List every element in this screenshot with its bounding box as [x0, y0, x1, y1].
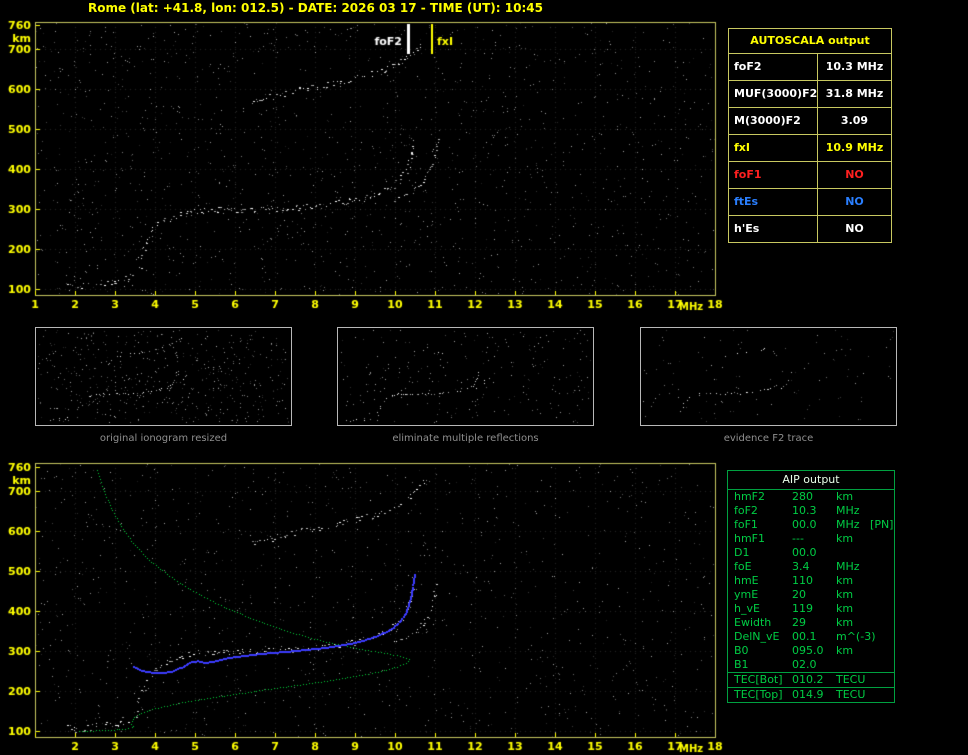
- autoscala-param: fxI: [729, 135, 818, 161]
- table-row: TEC[Bot] 010.2 TECU: [728, 672, 894, 687]
- table-row: B0 095.0 km: [728, 644, 894, 658]
- table-row: fxI 10.9 MHz: [729, 135, 891, 162]
- aip-param: h_vE: [734, 602, 760, 615]
- thumbnail-eliminate-reflections: [337, 327, 594, 426]
- autoscala-param: h'Es: [729, 216, 818, 242]
- autoscala-value: 10.9 MHz: [825, 141, 884, 154]
- aip-unit: km: [836, 616, 854, 629]
- aip-value: 110: [792, 574, 813, 587]
- aip-value: 10.3: [792, 504, 817, 517]
- profile-ionogram-plot: [0, 456, 728, 755]
- aip-output-table: AIP output hmF2 280 km foF2 10.3 MHz foF…: [727, 470, 895, 703]
- aip-param: foE: [734, 560, 752, 573]
- table-row: ftEs NO: [729, 189, 891, 216]
- aip-param: B0: [734, 644, 749, 657]
- table-row: MUF(3000)F2 31.8 MHz: [729, 81, 891, 108]
- table-row: h'Es NO: [729, 216, 891, 242]
- aip-unit: MHz: [836, 504, 860, 517]
- aip-unit: km: [836, 532, 854, 545]
- autoscala-value: 10.3 MHz: [825, 60, 884, 73]
- autoscala-param: MUF(3000)F2: [729, 81, 818, 107]
- aip-value: 010.2: [792, 673, 824, 686]
- aip-param: foF2: [734, 504, 758, 517]
- aip-value: 3.4: [792, 560, 810, 573]
- autoscaled-ionogram-plot: [0, 16, 728, 316]
- aip-param: TEC[Top]: [734, 688, 783, 701]
- aip-param: hmF2: [734, 490, 766, 503]
- autoscala-param: foF1: [729, 162, 818, 188]
- aip-unit: km: [836, 588, 854, 601]
- table-row: foF2 10.3 MHz: [729, 54, 891, 81]
- aip-unit: km: [836, 644, 854, 657]
- aip-table-header: AIP output: [728, 471, 894, 490]
- aip-unit: [836, 658, 894, 672]
- table-row: hmF2 280 km: [728, 490, 894, 504]
- aip-unit: TECU: [836, 673, 866, 686]
- aip-value: ---: [792, 532, 804, 545]
- aip-param: B1: [734, 658, 749, 671]
- autoscala-param: ftEs: [729, 189, 818, 215]
- aip-unit: TECU: [836, 688, 866, 701]
- aip-unit: [836, 546, 894, 560]
- autoscala-value: NO: [845, 168, 864, 181]
- aip-param: foF1: [734, 518, 758, 531]
- table-row: h_vE 119 km: [728, 602, 894, 616]
- table-row: foF2 10.3 MHz: [728, 504, 894, 518]
- aip-param: DelN_vE: [734, 630, 780, 643]
- table-row: foF1 00.0 MHz [PN]: [728, 518, 894, 532]
- autoscala-table-header: AUTOSCALA output: [729, 29, 891, 54]
- aip-value: 20: [792, 588, 806, 601]
- thumbnail-caption: evidence F2 trace: [723, 433, 814, 444]
- table-row: hmE 110 km: [728, 574, 894, 588]
- aip-value: 280: [792, 490, 813, 503]
- station-date-title: Rome (lat: +41.8, lon: 012.5) - DATE: 20…: [88, 1, 543, 15]
- aip-param: Ewidth: [734, 616, 772, 629]
- aip-unit: MHz: [836, 560, 860, 573]
- autoscala-value: NO: [845, 222, 864, 235]
- table-row: ymE 20 km: [728, 588, 894, 602]
- table-row: DelN_vE 00.1 m^(-3): [728, 630, 894, 644]
- aip-value: 119: [792, 602, 813, 615]
- aip-param: ymE: [734, 588, 759, 601]
- autoscala-app-window: Rome (lat: +41.8, lon: 012.5) - DATE: 20…: [0, 0, 968, 755]
- table-row: foE 3.4 MHz: [728, 560, 894, 574]
- aip-value: 00.0: [792, 546, 817, 559]
- table-row: foF1 NO: [729, 162, 891, 189]
- thumbnail-caption: eliminate multiple reflections: [392, 433, 539, 444]
- aip-unit: km: [836, 574, 854, 587]
- table-row: hmF1 --- km: [728, 532, 894, 546]
- aip-unit: MHz [PN]: [836, 518, 894, 531]
- aip-unit: m^(-3): [836, 630, 876, 643]
- autoscala-output-table: AUTOSCALA output foF2 10.3 MHz MUF(3000)…: [728, 28, 892, 243]
- aip-value: 29: [792, 616, 806, 629]
- aip-param: hmE: [734, 574, 759, 587]
- autoscala-param: M(3000)F2: [729, 108, 818, 134]
- thumbnail-evidence-f2-trace: [640, 327, 897, 426]
- aip-param: TEC[Bot]: [734, 673, 783, 686]
- aip-value: 095.0: [792, 644, 824, 657]
- table-row: Ewidth 29 km: [728, 616, 894, 630]
- autoscala-param: foF2: [729, 54, 818, 80]
- thumbnail-caption: original ionogram resized: [99, 433, 228, 444]
- aip-unit: km: [836, 490, 854, 503]
- aip-value: 02.0: [792, 658, 817, 671]
- aip-unit: km: [836, 602, 854, 615]
- aip-value: 014.9: [792, 688, 824, 701]
- autoscala-value: NO: [845, 195, 864, 208]
- table-row: M(3000)F2 3.09: [729, 108, 891, 135]
- aip-param: hmF1: [734, 532, 766, 545]
- table-row: B1 02.0: [728, 658, 894, 672]
- aip-value: 00.0: [792, 518, 817, 531]
- autoscala-value: 31.8 MHz: [825, 87, 884, 100]
- table-row: D1 00.0: [728, 546, 894, 560]
- aip-value: 00.1: [792, 630, 817, 643]
- aip-param: D1: [734, 546, 750, 559]
- thumbnail-original-ionogram: [35, 327, 292, 426]
- autoscala-value: 3.09: [840, 114, 869, 127]
- table-row: TEC[Top] 014.9 TECU: [728, 687, 894, 702]
